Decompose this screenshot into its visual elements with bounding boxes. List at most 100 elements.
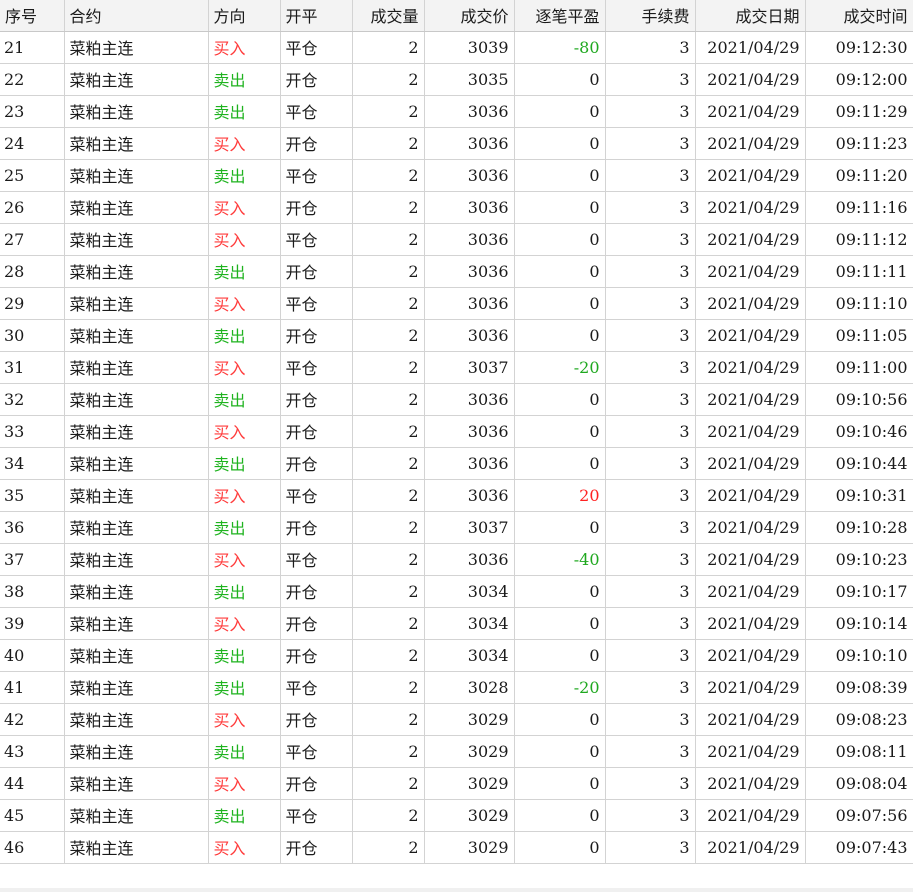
cell-fee: 3 bbox=[605, 63, 696, 96]
table-row[interactable]: 32 菜粕主连 卖出 开仓 2 3036 0 3 2021/04/29 09:10:56 bbox=[0, 383, 913, 416]
cell-index: 34 bbox=[0, 447, 65, 480]
table-row[interactable]: 46 菜粕主连 买入 开仓 2 3029 0 3 2021/04/29 09:07:43 bbox=[0, 831, 913, 864]
cell-time: 09:10:46 bbox=[805, 415, 913, 448]
cell-open-close: 开仓 bbox=[280, 383, 353, 416]
table-row[interactable]: 41 菜粕主连 卖出 平仓 2 3028 -20 3 2021/04/29 09:08:39 bbox=[0, 671, 913, 704]
table-row[interactable]: 30 菜粕主连 卖出 开仓 2 3036 0 3 2021/04/29 09:11:05 bbox=[0, 319, 913, 352]
cell-volume: 2 bbox=[352, 223, 425, 256]
cell-price: 3036 bbox=[424, 479, 515, 512]
table-row[interactable]: 22 菜粕主连 卖出 开仓 2 3035 0 3 2021/04/29 09:12:00 bbox=[0, 63, 913, 96]
cell-fee: 3 bbox=[605, 319, 696, 352]
cell-contract: 菜粕主连 bbox=[64, 351, 209, 384]
cell-contract: 菜粕主连 bbox=[64, 639, 209, 672]
table-row[interactable]: 37 菜粕主连 买入 平仓 2 3036 -40 3 2021/04/29 09:10:23 bbox=[0, 543, 913, 576]
cell-time: 09:07:43 bbox=[805, 831, 913, 864]
cell-contract: 菜粕主连 bbox=[64, 31, 209, 64]
cell-volume: 2 bbox=[352, 159, 425, 192]
cell-open-close: 平仓 bbox=[280, 351, 353, 384]
cell-date: 2021/04/29 bbox=[695, 799, 806, 832]
table-row[interactable]: 28 菜粕主连 卖出 开仓 2 3036 0 3 2021/04/29 09:11:11 bbox=[0, 255, 913, 288]
column-header-time[interactable]: 成交时间 bbox=[805, 0, 913, 32]
table-row[interactable]: 36 菜粕主连 卖出 开仓 2 3037 0 3 2021/04/29 09:10:28 bbox=[0, 511, 913, 544]
column-header-date[interactable]: 成交日期 bbox=[695, 0, 806, 32]
table-row[interactable]: 42 菜粕主连 买入 开仓 2 3029 0 3 2021/04/29 09:08:23 bbox=[0, 703, 913, 736]
cell-time: 09:11:11 bbox=[805, 255, 913, 288]
table-row[interactable]: 27 菜粕主连 买入 平仓 2 3036 0 3 2021/04/29 09:11:12 bbox=[0, 223, 913, 256]
cell-index: 26 bbox=[0, 191, 65, 224]
cell-date: 2021/04/29 bbox=[695, 479, 806, 512]
column-header-direction[interactable]: 方向 bbox=[208, 0, 281, 32]
table-row[interactable]: 21 菜粕主连 买入 平仓 2 3039 -80 3 2021/04/29 09:12:30 bbox=[0, 31, 913, 64]
table-row[interactable]: 40 菜粕主连 卖出 开仓 2 3034 0 3 2021/04/29 09:10:10 bbox=[0, 639, 913, 672]
cell-contract: 菜粕主连 bbox=[64, 287, 209, 320]
table-row[interactable]: 45 菜粕主连 卖出 平仓 2 3029 0 3 2021/04/29 09:07:56 bbox=[0, 799, 913, 832]
cell-index: 45 bbox=[0, 799, 65, 832]
column-header-fee[interactable]: 手续费 bbox=[605, 0, 696, 32]
table-row[interactable]: 43 菜粕主连 卖出 平仓 2 3029 0 3 2021/04/29 09:08:11 bbox=[0, 735, 913, 768]
cell-open-close: 平仓 bbox=[280, 31, 353, 64]
cell-price: 3036 bbox=[424, 223, 515, 256]
cell-date: 2021/04/29 bbox=[695, 63, 806, 96]
cell-time: 09:11:29 bbox=[805, 95, 913, 128]
cell-time: 09:11:16 bbox=[805, 191, 913, 224]
cell-volume: 2 bbox=[352, 607, 425, 640]
table-row[interactable]: 31 菜粕主连 买入 平仓 2 3037 -20 3 2021/04/29 09:11:00 bbox=[0, 351, 913, 384]
cell-direction: 买入 bbox=[208, 223, 281, 256]
cell-fee: 3 bbox=[605, 671, 696, 704]
column-header-volume[interactable]: 成交量 bbox=[352, 0, 425, 32]
table-row[interactable]: 24 菜粕主连 买入 开仓 2 3036 0 3 2021/04/29 09:11:23 bbox=[0, 127, 913, 160]
cell-price: 3036 bbox=[424, 319, 515, 352]
cell-pnl: -80 bbox=[514, 31, 606, 64]
cell-contract: 菜粕主连 bbox=[64, 223, 209, 256]
table-row[interactable]: 23 菜粕主连 卖出 平仓 2 3036 0 3 2021/04/29 09:11:29 bbox=[0, 95, 913, 128]
table-row[interactable]: 26 菜粕主连 买入 开仓 2 3036 0 3 2021/04/29 09:11:16 bbox=[0, 191, 913, 224]
cell-index: 24 bbox=[0, 127, 65, 160]
table-row[interactable]: 39 菜粕主连 买入 开仓 2 3034 0 3 2021/04/29 09:10:14 bbox=[0, 607, 913, 640]
table-row[interactable]: 29 菜粕主连 买入 平仓 2 3036 0 3 2021/04/29 09:11:10 bbox=[0, 287, 913, 320]
table-row[interactable]: 34 菜粕主连 卖出 开仓 2 3036 0 3 2021/04/29 09:10:44 bbox=[0, 447, 913, 480]
cell-direction: 卖出 bbox=[208, 319, 281, 352]
cell-date: 2021/04/29 bbox=[695, 95, 806, 128]
cell-contract: 菜粕主连 bbox=[64, 511, 209, 544]
cell-date: 2021/04/29 bbox=[695, 287, 806, 320]
cell-time: 09:11:23 bbox=[805, 127, 913, 160]
table-row[interactable]: 38 菜粕主连 卖出 开仓 2 3034 0 3 2021/04/29 09:10:17 bbox=[0, 575, 913, 608]
column-header-price[interactable]: 成交价 bbox=[424, 0, 515, 32]
cell-index: 33 bbox=[0, 415, 65, 448]
table-row[interactable]: 33 菜粕主连 买入 开仓 2 3036 0 3 2021/04/29 09:10:46 bbox=[0, 415, 913, 448]
cell-open-close: 开仓 bbox=[280, 63, 353, 96]
cell-time: 09:10:10 bbox=[805, 639, 913, 672]
cell-index: 40 bbox=[0, 639, 65, 672]
cell-volume: 2 bbox=[352, 351, 425, 384]
column-header-index[interactable]: 序号 bbox=[0, 0, 65, 32]
cell-price: 3036 bbox=[424, 415, 515, 448]
cell-contract: 菜粕主连 bbox=[64, 191, 209, 224]
cell-fee: 3 bbox=[605, 447, 696, 480]
cell-direction: 买入 bbox=[208, 191, 281, 224]
cell-direction: 卖出 bbox=[208, 447, 281, 480]
cell-open-close: 开仓 bbox=[280, 447, 353, 480]
table-row[interactable]: 25 菜粕主连 卖出 平仓 2 3036 0 3 2021/04/29 09:11:20 bbox=[0, 159, 913, 192]
cell-index: 35 bbox=[0, 479, 65, 512]
cell-volume: 2 bbox=[352, 575, 425, 608]
table-row[interactable]: 35 菜粕主连 买入 平仓 2 3036 20 3 2021/04/29 09:10:31 bbox=[0, 479, 913, 512]
cell-direction: 买入 bbox=[208, 703, 281, 736]
table-row[interactable]: 44 菜粕主连 买入 开仓 2 3029 0 3 2021/04/29 09:08:04 bbox=[0, 767, 913, 800]
cell-contract: 菜粕主连 bbox=[64, 383, 209, 416]
cell-volume: 2 bbox=[352, 799, 425, 832]
cell-price: 3029 bbox=[424, 799, 515, 832]
cell-fee: 3 bbox=[605, 511, 696, 544]
cell-open-close: 开仓 bbox=[280, 767, 353, 800]
cell-direction: 卖出 bbox=[208, 511, 281, 544]
cell-pnl: 20 bbox=[514, 479, 606, 512]
cell-direction: 卖出 bbox=[208, 639, 281, 672]
cell-fee: 3 bbox=[605, 255, 696, 288]
column-header-contract[interactable]: 合约 bbox=[64, 0, 209, 32]
cell-open-close: 开仓 bbox=[280, 191, 353, 224]
column-header-open-close[interactable]: 开平 bbox=[280, 0, 353, 32]
column-header-pnl[interactable]: 逐笔平盈 bbox=[514, 0, 606, 32]
cell-time: 09:12:30 bbox=[805, 31, 913, 64]
cell-fee: 3 bbox=[605, 479, 696, 512]
cell-direction: 卖出 bbox=[208, 63, 281, 96]
cell-index: 22 bbox=[0, 63, 65, 96]
